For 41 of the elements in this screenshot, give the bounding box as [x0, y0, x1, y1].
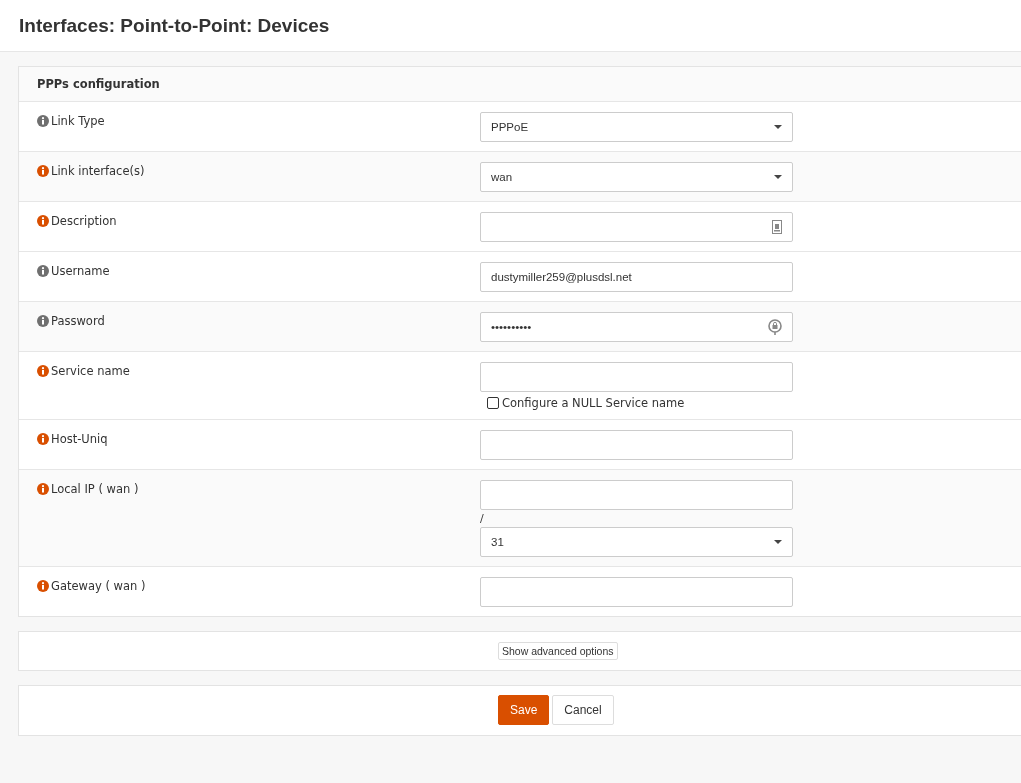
info-icon[interactable]: [37, 165, 49, 177]
field-label: Description: [51, 214, 117, 228]
dropdown[interactable]: PPPoE: [480, 112, 793, 142]
input-field[interactable]: [480, 362, 793, 392]
info-icon[interactable]: [37, 115, 49, 127]
show-advanced-button[interactable]: Show advanced options: [498, 642, 618, 660]
info-icon[interactable]: [37, 483, 49, 495]
input-field[interactable]: [480, 577, 793, 607]
slash-separator: /: [480, 511, 485, 527]
info-icon[interactable]: [37, 580, 49, 592]
info-icon[interactable]: [37, 215, 49, 227]
info-icon[interactable]: [37, 433, 49, 445]
caret-icon: [774, 125, 782, 129]
field-label: Service name: [51, 364, 130, 378]
checkbox[interactable]: [487, 397, 499, 409]
cancel-button[interactable]: Cancel: [552, 695, 614, 725]
save-button[interactable]: Save: [498, 695, 550, 725]
caret-icon: [774, 175, 782, 179]
input-field[interactable]: [480, 480, 793, 510]
password-field[interactable]: ••••••••••: [480, 312, 793, 342]
field-label: Username: [51, 264, 110, 278]
info-icon[interactable]: [37, 365, 49, 377]
dropdown[interactable]: 31: [480, 527, 793, 557]
field-label: Host-Uniq: [51, 432, 108, 446]
caret-icon: [774, 540, 782, 544]
input-field[interactable]: [480, 212, 793, 242]
field-label: Link interface(s): [51, 164, 145, 178]
section-title: PPPs configuration: [37, 77, 160, 91]
page-title: Interfaces: Point-to-Point: Devices: [19, 14, 330, 37]
field-label: Gateway ( wan ): [51, 579, 146, 593]
input-field[interactable]: [480, 430, 793, 460]
input-field[interactable]: dustymiller259@plusdsl.net: [480, 262, 793, 292]
field-label: Local IP ( wan ): [51, 482, 139, 496]
lock-icon: [768, 319, 782, 335]
field-label: Password: [51, 314, 105, 328]
info-icon[interactable]: [37, 315, 49, 327]
dropdown[interactable]: wan: [480, 162, 793, 192]
info-icon[interactable]: [37, 265, 49, 277]
id-card-icon: [772, 220, 782, 234]
checkbox-label: Configure a NULL Service name: [502, 396, 685, 410]
field-label: Link Type: [51, 114, 105, 128]
